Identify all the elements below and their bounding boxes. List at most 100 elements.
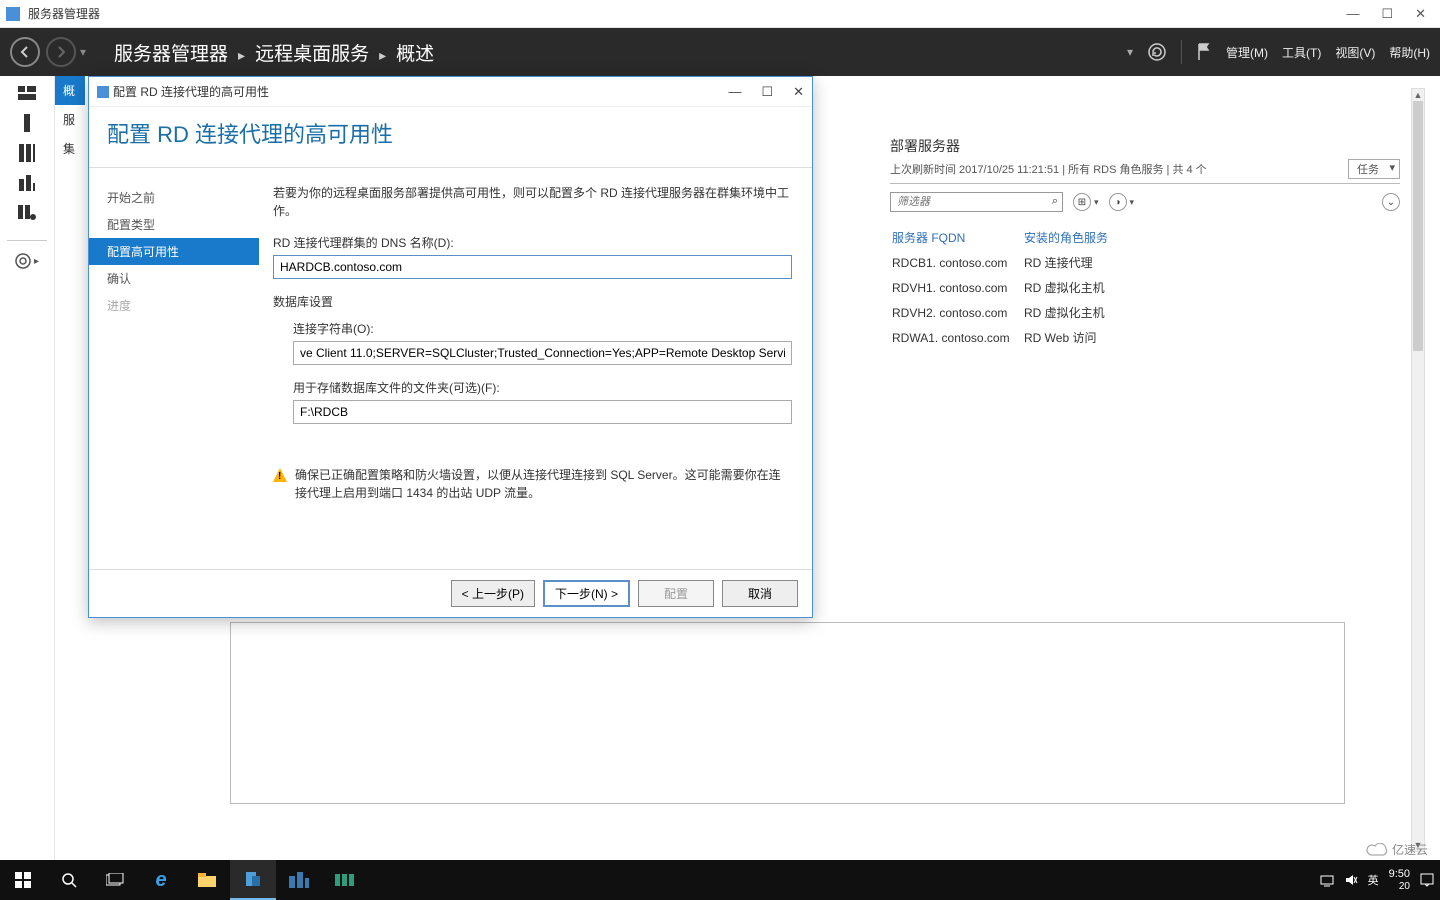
col-role[interactable]: 安装的角色服务 (1024, 226, 1398, 249)
breadcrumb-sep-icon: ▸ (379, 47, 386, 64)
rail-local-server-icon[interactable] (15, 114, 39, 132)
ha-config-wizard: 配置 RD 连接代理的高可用性 — ☐ ✕ 配置 RD 连接代理的高可用性 开始… (88, 76, 813, 618)
menu-manage[interactable]: 管理(M) (1226, 44, 1268, 61)
wizard-minimize-button[interactable]: — (728, 84, 741, 100)
rail-divider (7, 240, 47, 241)
table-row[interactable]: RDVH2. contoso.comRD 虚拟化主机 (892, 301, 1398, 324)
deployment-servers-panel: 部署服务器 上次刷新时间 2017/10/25 11:21:51 | 所有 RD… (890, 136, 1400, 351)
task-view-button[interactable] (92, 860, 138, 900)
ime-indicator[interactable]: 英 (1368, 872, 1379, 888)
step-before-begin[interactable]: 开始之前 (89, 184, 259, 211)
clock-date[interactable]: 20 (1389, 881, 1410, 892)
taskbar-app2-icon[interactable] (322, 860, 368, 900)
watermark: 亿速云 (1366, 841, 1428, 858)
table-row[interactable]: RDCB1. contoso.comRD 连接代理 (892, 251, 1398, 274)
taskbar-server-manager-icon[interactable] (230, 860, 276, 900)
wizard-maximize-button[interactable]: ☐ (761, 84, 773, 100)
step-confirm[interactable]: 确认 (89, 265, 259, 292)
connection-string-input[interactable] (293, 341, 792, 365)
breadcrumb: 服务器管理器 ▸ 远程桌面服务 ▸ 概述 (114, 39, 434, 66)
rail-file-services-icon[interactable] (15, 174, 39, 192)
start-button[interactable] (0, 860, 46, 900)
secondary-nav-collections[interactable]: 集 (55, 134, 85, 163)
step-config-ha[interactable]: 配置高可用性 (89, 238, 259, 265)
panel-title: 部署服务器 (890, 136, 1400, 156)
grid-options-button[interactable]: ⊞▾ (1073, 193, 1099, 211)
filter-input[interactable] (890, 192, 1063, 212)
servers-table: 服务器 FQDN 安装的角色服务 RDCB1. contoso.comRD 连接… (890, 224, 1400, 351)
tag-options-button[interactable]: ◑▾ (1109, 193, 1135, 211)
clock-time[interactable]: 9:50 (1389, 868, 1410, 880)
expand-button[interactable]: ⌄ (1382, 193, 1400, 211)
tray-network-icon[interactable] (1320, 873, 1334, 887)
breadcrumb-root[interactable]: 服务器管理器 (114, 39, 228, 66)
taskbar-explorer-icon[interactable] (184, 860, 230, 900)
table-row[interactable]: RDWA1. contoso.comRD Web 访问 (892, 326, 1398, 349)
nav-back-button[interactable] (10, 37, 40, 67)
tray-volume-icon[interactable] (1344, 873, 1358, 887)
wizard-content: 若要为你的远程桌面服务部署提供高可用性，则可以配置多个 RD 连接代理服务器在群… (259, 168, 812, 569)
window-close-button[interactable]: ✕ (1415, 6, 1426, 22)
window-minimize-button[interactable]: — (1346, 6, 1359, 22)
next-button[interactable]: 下一步(N) > (543, 580, 630, 607)
taskbar-ie-icon[interactable]: e (138, 860, 184, 900)
deploy-button: 配置 (638, 580, 714, 607)
wizard-close-button[interactable]: ✕ (793, 84, 804, 100)
secondary-nav-overview[interactable]: 概 (55, 76, 85, 105)
search-icon[interactable]: ⌕ (1052, 195, 1058, 208)
lower-panel (230, 622, 1345, 804)
db-settings-label: 数据库设置 (273, 293, 792, 310)
secondary-nav: 概 服 集 (55, 76, 85, 860)
notifications-button[interactable] (1420, 873, 1434, 887)
wizard-steps: 开始之前 配置类型 配置高可用性 确认 进度 (89, 168, 259, 569)
divider (1181, 40, 1182, 64)
header-bar: ▾ 服务器管理器 ▸ 远程桌面服务 ▸ 概述 ▾ 管理(M) 工具(T) 视图(… (0, 28, 1440, 76)
step-progress: 进度 (89, 292, 259, 319)
header-dropdown-icon[interactable]: ▾ (1127, 45, 1133, 59)
taskbar-app1-icon[interactable] (276, 860, 322, 900)
db-folder-input[interactable] (293, 400, 792, 424)
breadcrumb-l2[interactable]: 概述 (396, 39, 434, 66)
app-title: 服务器管理器 (28, 5, 100, 22)
rail-dashboard-icon[interactable] (15, 84, 39, 102)
warning-message: 确保已正确配置策略和防火墙设置，以便从连接代理连接到 SQL Server。这可… (273, 466, 792, 502)
warning-icon (273, 468, 287, 482)
connection-string-label: 连接字符串(O): (293, 320, 792, 337)
window-maximize-button[interactable]: ☐ (1381, 6, 1393, 22)
refresh-icon[interactable] (1147, 42, 1167, 62)
wizard-footer: < 上一步(P) 下一步(N) > 配置 取消 (89, 569, 812, 617)
dns-name-input[interactable] (273, 255, 792, 279)
rail-bpi-icon[interactable]: ▸ (15, 253, 39, 269)
rail-rds-icon[interactable] (15, 204, 39, 222)
step-config-type[interactable]: 配置类型 (89, 211, 259, 238)
wizard-icon (97, 86, 109, 98)
flag-icon[interactable] (1196, 42, 1212, 62)
table-row[interactable]: RDVH1. contoso.comRD 虚拟化主机 (892, 276, 1398, 299)
col-fqdn[interactable]: 服务器 FQDN (892, 226, 1022, 249)
nav-dropdown-icon[interactable]: ▾ (80, 45, 86, 59)
wizard-intro-text: 若要为你的远程桌面服务部署提供高可用性，则可以配置多个 RD 连接代理服务器在群… (273, 184, 792, 220)
breadcrumb-sep-icon: ▸ (238, 47, 245, 64)
previous-button[interactable]: < 上一步(P) (451, 580, 535, 607)
db-folder-label: 用于存储数据库文件的文件夹(可选)(F): (293, 379, 792, 396)
secondary-nav-servers[interactable]: 服 (55, 105, 85, 134)
scrollbar[interactable]: ▲ ▼ (1411, 88, 1425, 852)
app-titlebar: 服务器管理器 — ☐ ✕ (0, 0, 1440, 28)
search-button[interactable] (46, 860, 92, 900)
cancel-button[interactable]: 取消 (722, 580, 798, 607)
warning-text: 确保已正确配置策略和防火墙设置，以便从连接代理连接到 SQL Server。这可… (295, 466, 792, 502)
dns-name-label: RD 连接代理群集的 DNS 名称(D): (273, 234, 792, 251)
app-icon (6, 7, 20, 21)
menu-help[interactable]: 帮助(H) (1389, 44, 1430, 61)
breadcrumb-l1[interactable]: 远程桌面服务 (255, 39, 369, 66)
nav-forward-button[interactable] (46, 37, 76, 67)
rail-all-servers-icon[interactable] (15, 144, 39, 162)
scrollbar-thumb[interactable] (1413, 101, 1423, 351)
wizard-heading: 配置 RD 连接代理的高可用性 (89, 107, 812, 168)
left-rail: ▸ (0, 76, 55, 860)
tasks-dropdown[interactable]: 任务 (1348, 159, 1400, 179)
scroll-up-icon[interactable]: ▲ (1412, 90, 1424, 100)
menu-view[interactable]: 视图(V) (1335, 44, 1375, 61)
menu-tools[interactable]: 工具(T) (1282, 44, 1321, 61)
taskbar: e 英 9:50 20 (0, 860, 1440, 900)
